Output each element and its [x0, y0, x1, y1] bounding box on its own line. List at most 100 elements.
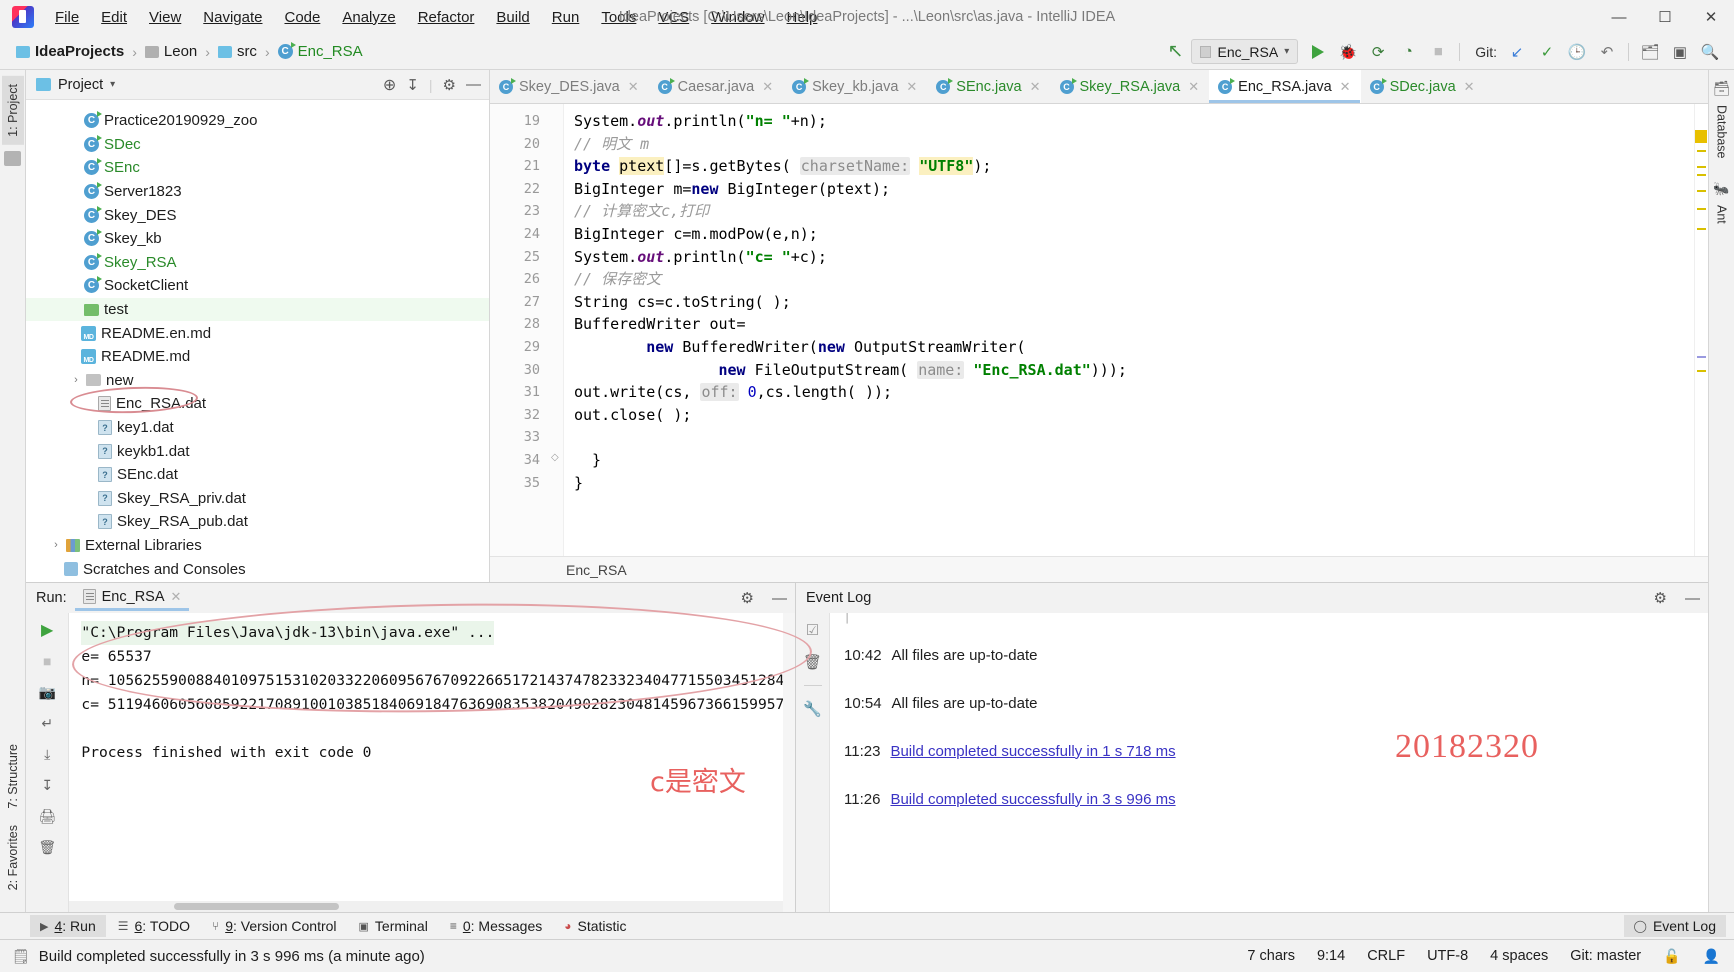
maximize-button[interactable]: ☐ [1642, 0, 1688, 34]
close-icon[interactable]: ✕ [628, 79, 639, 95]
print-icon[interactable]: 🖨 [36, 805, 58, 827]
hide-icon[interactable]: — [1685, 590, 1700, 607]
run-tab-enc-rsa[interactable]: Enc_RSA ✕ [74, 586, 190, 611]
tree-row-new[interactable]: › new [26, 369, 489, 393]
event-link[interactable]: Build completed successfully in 3 s 996 … [890, 791, 1175, 808]
breadcrumb-item-src[interactable]: src [214, 41, 261, 62]
chevron-down-icon[interactable]: ▾ [110, 79, 115, 90]
tree-row-practice[interactable]: C Practice20190929_zoo [26, 109, 489, 133]
menu-item-analyze[interactable]: Analyze [331, 4, 406, 31]
update-project-icon[interactable]: ↙ [1503, 39, 1531, 65]
close-icon[interactable]: ✕ [1464, 79, 1475, 95]
camera-icon[interactable]: 📷 [36, 681, 58, 703]
breadcrumb-item-ideaprojects[interactable]: IdeaProjects [12, 41, 128, 62]
status-indent[interactable]: 4 spaces [1490, 948, 1548, 964]
event-link[interactable]: Build completed successfully in 1 s 718 … [890, 743, 1175, 760]
debug-icon[interactable]: 🐞 [1334, 39, 1362, 65]
status-git-branch[interactable]: Git: master [1570, 948, 1641, 964]
rollback-icon[interactable]: ↶ [1593, 39, 1621, 65]
soft-wrap-icon[interactable]: ↵ [36, 712, 58, 734]
terminal-icon[interactable]: ▣ [1666, 39, 1694, 65]
database-icon[interactable]: 🗃 [1713, 80, 1731, 97]
tree-row-external-libraries[interactable]: › External Libraries [26, 534, 489, 558]
bottom-tab-version-control[interactable]: ⑂ 9: Version Control [202, 915, 347, 937]
sidebar-item-database[interactable]: Database [1711, 97, 1733, 167]
menu-item-view[interactable]: View [138, 4, 192, 31]
scroll-to-end-icon[interactable]: ↧ [36, 774, 58, 796]
menu-item-refactor[interactable]: Refactor [407, 4, 486, 31]
breadcrumb[interactable]: IdeaProjects › Leon › src › C Enc_RSA [12, 41, 367, 62]
editor-markers-gutter[interactable]: ◇ [548, 104, 564, 556]
close-icon[interactable]: ✕ [1340, 79, 1351, 95]
tree-row-senc-dat[interactable]: ? SEnc.dat [26, 463, 489, 487]
menu-item-edit[interactable]: Edit [90, 4, 138, 31]
editor-tab-bar[interactable]: C Skey_DES.java ✕ C Caesar.java ✕ C Skey… [490, 70, 1708, 104]
run-configuration-selector[interactable]: Enc_RSA ▾ [1191, 39, 1299, 64]
history-icon[interactable]: 🕒 [1563, 39, 1591, 65]
tree-row-skey-rsa[interactable]: C Skey_RSA [26, 251, 489, 275]
inspector-icon[interactable]: 👤 [1703, 948, 1720, 965]
menu-bar[interactable]: File Edit View Navigate Code Analyze Ref… [44, 4, 828, 31]
chevron-right-icon[interactable]: › [68, 374, 84, 386]
trash-icon[interactable]: 🗑 [36, 836, 58, 858]
event-log-row-1[interactable]: 10:54 All files are up-to-date [844, 679, 1708, 727]
menu-item-file[interactable]: File [44, 4, 90, 31]
status-encoding[interactable]: UTF-8 [1427, 948, 1468, 964]
editor-tab-senc[interactable]: C SEnc.java ✕ [927, 70, 1050, 103]
bottom-tab-terminal[interactable]: ▣ Terminal [349, 915, 438, 937]
search-everywhere-icon[interactable]: 🔍 [1696, 39, 1724, 65]
breadcrumb-item-enc-rsa[interactable]: C Enc_RSA [274, 41, 367, 62]
bottom-tab-event-log[interactable]: ◯ Event Log [1623, 915, 1726, 937]
gear-icon[interactable]: ⚙ [443, 76, 456, 94]
project-tree[interactable]: C Practice20190929_zoo C SDec C SEnc C S… [26, 100, 489, 582]
code-view[interactable]: 19 20 21 22 23 24 25 26 27 28 29 30 31 32 33 34 35 ◇ Sys… [490, 104, 1708, 556]
editor-overview-scrollbar[interactable] [1694, 104, 1708, 556]
console-horizontal-scrollbar[interactable] [69, 901, 783, 912]
event-log-row-2[interactable]: 11:23 Build completed successfully in 1 … [844, 727, 1708, 775]
tree-row-readme[interactable]: MD README.md [26, 345, 489, 369]
run-with-coverage-icon[interactable]: ⟳ [1364, 39, 1392, 65]
code-fold-icon[interactable]: ◇ [551, 452, 559, 463]
bottom-tab-messages[interactable]: ≡ 0: Messages [440, 915, 552, 937]
sidebar-item-project[interactable]: 1: Project [1, 76, 24, 145]
editor-tab-skey-rsa[interactable]: C Skey_RSA.java ✕ [1051, 70, 1210, 103]
tree-row-skey-kb[interactable]: C Skey_kb [26, 227, 489, 251]
tree-row-server1823[interactable]: C Server1823 [26, 180, 489, 204]
run-icon[interactable] [1304, 39, 1332, 65]
menu-item-run[interactable]: Run [541, 4, 591, 31]
menu-item-build[interactable]: Build [485, 4, 540, 31]
hide-icon[interactable]: — [466, 76, 481, 93]
close-icon[interactable]: ✕ [1188, 79, 1199, 95]
editor-tab-caesar[interactable]: C Caesar.java ✕ [649, 70, 783, 103]
close-button[interactable]: ✕ [1688, 0, 1734, 34]
editor-breadcrumb[interactable]: Enc_RSA [490, 556, 1708, 582]
bottom-tab-statistic[interactable]: ◕ Statistic [554, 915, 636, 937]
editor-tab-skey-kb[interactable]: C Skey_kb.java ✕ [783, 70, 927, 103]
tree-row-skey-rsa-priv[interactable]: ? Skey_RSA_priv.dat [26, 487, 489, 511]
menu-item-navigate[interactable]: Navigate [192, 4, 273, 31]
tree-row-sdec[interactable]: C SDec [26, 133, 489, 157]
sidebar-item-ant[interactable]: Ant [1711, 197, 1733, 232]
sidebar-item-structure[interactable]: 7: Structure [2, 736, 24, 817]
breadcrumb-item-leon[interactable]: Leon [141, 41, 201, 62]
status-line-separator[interactable]: CRLF [1367, 948, 1405, 964]
tree-row-keykb1-dat[interactable]: ? keykb1.dat [26, 439, 489, 463]
tree-row-skey-des[interactable]: C Skey_DES [26, 203, 489, 227]
event-log-row-0[interactable]: 10:42 All files are up-to-date [844, 631, 1708, 679]
menu-item-code[interactable]: Code [273, 4, 331, 31]
tree-row-test[interactable]: test [26, 297, 489, 322]
export-icon[interactable]: ⤓ [36, 743, 58, 765]
menu-item-window[interactable]: Window [700, 4, 775, 31]
menu-item-vcs[interactable]: VCS [647, 4, 700, 31]
bottom-tab-run[interactable]: ▶ 4: Run [30, 915, 106, 937]
mark-read-icon[interactable]: ☑ [806, 621, 819, 639]
unlock-icon[interactable]: 🔓 [1663, 948, 1680, 965]
event-log-entries[interactable]: │ 10:42 All files are up-to-date 10:54 A… [830, 613, 1708, 912]
tree-row-scratches[interactable]: Scratches and Consoles [26, 557, 489, 581]
commit-icon[interactable]: ✓ [1533, 39, 1561, 65]
tree-row-key1-dat[interactable]: ? key1.dat [26, 416, 489, 440]
gear-icon[interactable]: ⚙ [1654, 590, 1667, 607]
event-log-row-3[interactable]: 11:26 Build completed successfully in 3 … [844, 775, 1708, 823]
hide-icon[interactable]: — [772, 590, 787, 607]
tree-row-senc[interactable]: C SEnc [26, 156, 489, 180]
